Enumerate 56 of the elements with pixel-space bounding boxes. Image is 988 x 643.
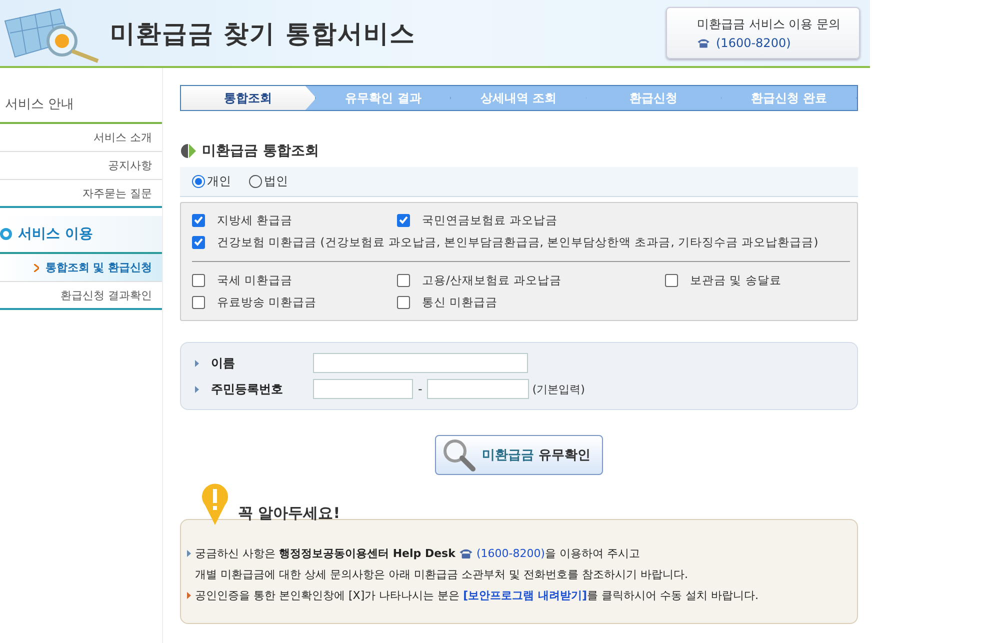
section-title: 미환급금 통합조회 (202, 142, 319, 160)
refund-checkbox[interactable]: 고용/산재보험료 과오납금 (397, 270, 665, 290)
notice-title: 꼭 알아두세요! (238, 504, 340, 523)
refund-checkbox[interactable]: 국세 미환급금 (192, 270, 397, 290)
checkbox[interactable] (397, 274, 410, 286)
notice-text: 공인인증을 통한 본인확인창에 [X]가 나타나시는 분은 [보안프로그램 내려받기]를 클릭하시어 수동 설치 바랍니다. (187, 587, 849, 605)
refund-checkbox[interactable]: 지방세 환급금 (192, 210, 397, 230)
bullet-icon (195, 386, 199, 392)
name-field[interactable] (313, 353, 528, 373)
refund-checkbox[interactable]: 통신 미환급금 (397, 292, 665, 312)
notice-text: 궁금하신 사항은 행정정보공동이용센터 Help Desk (1600-8200)을 이용하여 주시고 (187, 545, 849, 563)
checkbox[interactable] (397, 296, 410, 308)
id-back-field[interactable] (427, 379, 530, 399)
bullet-icon (187, 592, 191, 599)
exclamation-pin-icon (200, 483, 230, 525)
section-icon (180, 143, 196, 159)
sidebar-item[interactable]: 통합조회 및 환급신청 (0, 254, 162, 282)
field-label: 주민등록번호 (211, 380, 283, 398)
checkbox[interactable] (665, 274, 678, 286)
check-button[interactable]: 미환급금 유무확인 (435, 435, 603, 475)
contact-phone: (1600-8200) (716, 36, 791, 50)
bullet-icon (187, 550, 191, 557)
sidebar-item[interactable]: 환급신청 결과확인 (0, 282, 162, 310)
caret-icon (34, 264, 40, 272)
radio-icon[interactable] (192, 175, 205, 188)
checkbox[interactable] (192, 236, 205, 248)
radio-icon[interactable] (249, 175, 262, 188)
download-link[interactable]: [보안프로그램 내려받기] (463, 589, 587, 602)
refund-checkbox[interactable]: 국민연금보험료 과오납금 (397, 210, 665, 230)
id-front-field[interactable] (313, 379, 413, 399)
search-icon (442, 438, 476, 472)
checkbox[interactable] (397, 214, 410, 226)
refund-checkbox[interactable]: 보관금 및 송달료 (665, 270, 850, 290)
refund-checkbox[interactable]: 유료방송 미환급금 (192, 292, 397, 312)
checkbox[interactable] (192, 214, 205, 226)
phone-icon (697, 38, 710, 48)
checkbox[interactable] (192, 274, 205, 286)
contact-label: 미환급금 서비스 이용 문의 (697, 16, 842, 33)
sidebar-item[interactable]: 서비스 소개 (0, 124, 162, 152)
bullet-icon (195, 360, 199, 366)
sidebar-item[interactable]: 자주묻는 질문 (0, 180, 162, 208)
sidebar-heading-text: 서비스 이용 (18, 225, 93, 243)
radio-option[interactable]: 개인 (192, 173, 231, 190)
page-title: 미환급금 찾기 통합서비스 (110, 18, 416, 50)
radio-option[interactable]: 법인 (249, 173, 288, 190)
refund-checkbox[interactable]: 건강보험 미환급금 (건강보험료 과오납금, 본인부담금환급금, 본인부담상한액 초과금, 기타징수금 과오납환급금) (192, 232, 850, 252)
dot-icon (0, 228, 12, 240)
phone-link[interactable]: (1600-8200) (476, 547, 545, 560)
phone-icon (458, 548, 473, 560)
sidebar-heading-text: 서비스 안내 (5, 96, 74, 113)
dash-separator: - (418, 382, 422, 396)
notice-text: 개별 미환급금에 대한 상세 문의사항은 아래 미환급금 소관부처 및 전화번호를 참조하시기 바랍니다. (194, 567, 689, 583)
field-note: (기본입력) (532, 382, 585, 396)
sidebar-item[interactable]: 공지사항 (0, 152, 162, 180)
checkbox[interactable] (192, 296, 205, 308)
field-label: 이름 (211, 354, 235, 372)
